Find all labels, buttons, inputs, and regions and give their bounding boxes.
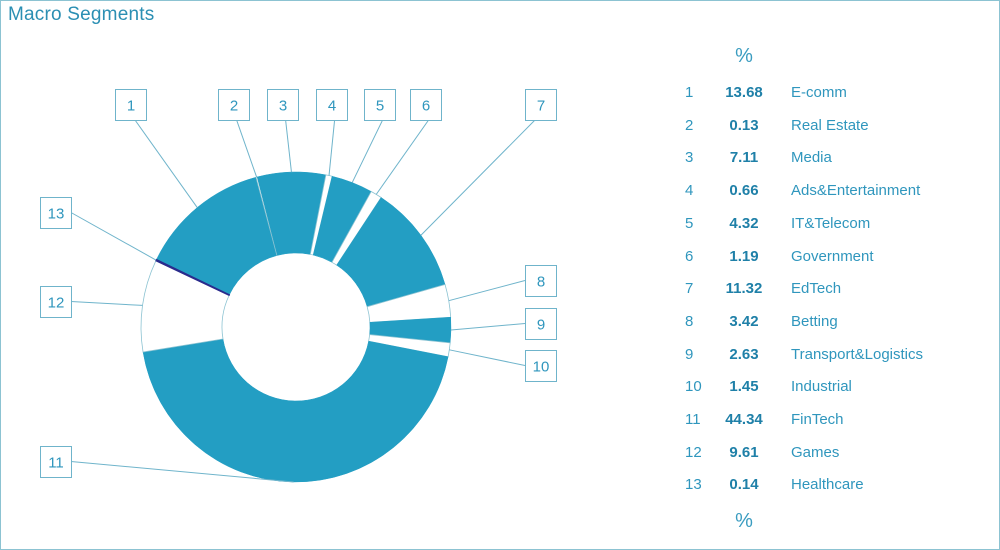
legend-value: 13.68 <box>725 84 763 101</box>
legend-value: 4.32 <box>729 214 759 232</box>
legend-value: 1.45 <box>729 378 759 396</box>
legend-value: 0.66 <box>729 182 759 200</box>
callout-label-7: 7 <box>537 98 545 115</box>
legend-row: 10 1.45 Industrial <box>0 378 852 402</box>
legend-index: 4 <box>685 182 694 200</box>
legend-label: Real Estate <box>791 116 869 134</box>
legend-index: 1 <box>685 84 694 101</box>
legend-label: Media <box>791 149 832 167</box>
legend-row: 1 13.68 E-comm <box>0 84 847 108</box>
legend-label: Healthcare <box>791 476 864 494</box>
legend-index: 9 <box>685 345 694 363</box>
legend-label: Ads&Entertainment <box>791 182 921 200</box>
legend-index: 7 <box>685 280 694 298</box>
legend-value: 0.13 <box>729 116 759 134</box>
legend-value: 0.14 <box>729 476 759 494</box>
legend-row: 13 0.14 Healthcare <box>0 476 864 500</box>
callout-line-5 <box>351 119 384 183</box>
legend-value: 1.19 <box>729 247 759 265</box>
legend-index: 6 <box>685 247 694 265</box>
legend-label: EdTech <box>791 280 842 298</box>
legend-label: Betting <box>791 312 838 330</box>
callout-label-10: 10 <box>533 359 550 376</box>
callout-label-9: 9 <box>537 317 545 334</box>
legend-value: 11.32 <box>725 280 763 298</box>
legend-index: 2 <box>685 116 694 134</box>
legend-row: 3 7.11 Media <box>0 149 832 173</box>
legend-row: 8 3.42 Betting <box>0 313 838 337</box>
legend-value: 7.11 <box>729 149 759 167</box>
callout-label-6: 6 <box>422 98 430 115</box>
callout-line-6 <box>375 119 430 195</box>
callout-line-4 <box>328 119 336 176</box>
legend-header: % <box>735 45 753 67</box>
legend-label: IT&Telecom <box>791 214 871 232</box>
callout-label-5: 5 <box>376 98 384 115</box>
legend-row: 4 0.66 Ads&Entertainment <box>0 182 920 206</box>
legend-footer: % <box>735 510 753 532</box>
legend-row: 9 2.63 Transport&Logistics <box>0 346 923 370</box>
callout-line-10 <box>449 349 526 366</box>
legend-label: E-comm <box>791 84 847 101</box>
callout-label-8: 8 <box>537 274 545 291</box>
legend-label: FinTech <box>791 411 844 428</box>
legend-row: 12 9.61 Games <box>0 444 839 468</box>
legend-index: 13 <box>685 476 702 494</box>
legend-label: Government <box>791 247 874 265</box>
legend-value: 2.63 <box>729 345 759 363</box>
legend-value: 9.61 <box>729 443 759 461</box>
legend-index: 8 <box>685 312 694 330</box>
legend-index: 3 <box>685 149 694 167</box>
legend-label: Games <box>791 443 840 461</box>
legend-label: Transport&Logistics <box>791 345 923 363</box>
legend-row: 2 0.13 Real Estate <box>0 117 869 141</box>
callout-line-8 <box>448 280 526 302</box>
legend-index: 12 <box>685 443 702 461</box>
callout-line-7 <box>420 119 536 236</box>
legend-row: 5 4.32 IT&Telecom <box>0 215 870 239</box>
legend-value: 44.34 <box>725 411 763 428</box>
legend-index: 5 <box>685 214 694 232</box>
legend-label: Industrial <box>791 378 852 396</box>
legend-index: 10 <box>685 378 702 396</box>
legend-row: 6 1.19 Government <box>0 248 874 272</box>
legend-index: 11 <box>685 411 701 428</box>
legend-row: 11 44.34 FinTech <box>0 411 844 435</box>
callout-line-9 <box>450 323 526 331</box>
legend-value: 3.42 <box>729 312 759 330</box>
callout-label-4: 4 <box>328 98 336 115</box>
legend-row: 7 11.32 EdTech <box>0 280 841 304</box>
